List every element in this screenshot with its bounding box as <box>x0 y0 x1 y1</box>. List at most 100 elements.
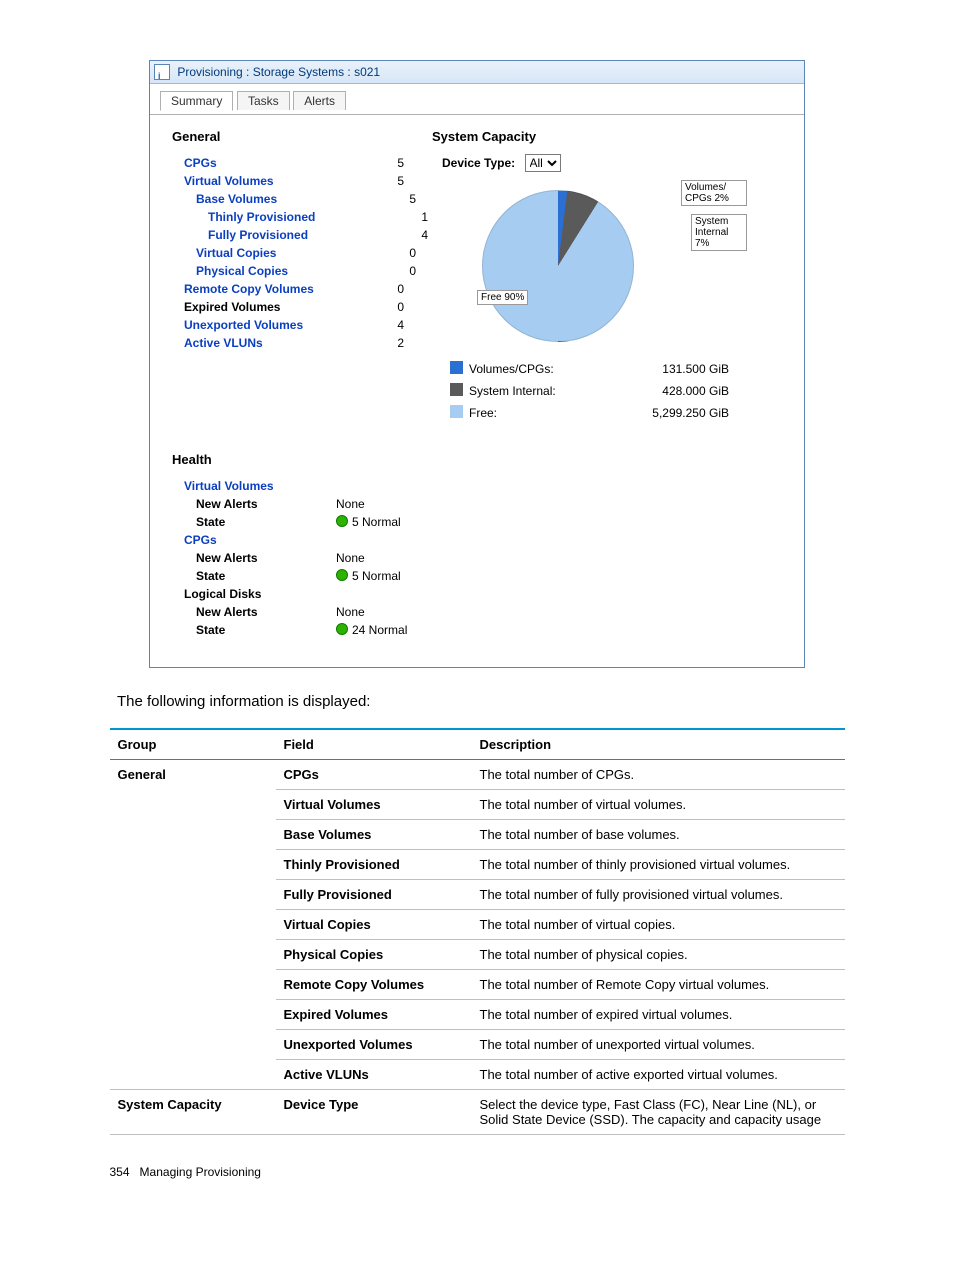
cell-field: Base Volumes <box>276 820 472 850</box>
general-header: General <box>172 129 432 144</box>
cell-desc: The total number of physical copies. <box>472 940 845 970</box>
health-group-1[interactable]: CPGs <box>172 531 324 549</box>
tab-summary[interactable]: Summary <box>160 91 233 111</box>
health-state-value-1: 5 Normal <box>336 567 401 585</box>
cell-group <box>110 1000 276 1030</box>
general-row-vv: Virtual Volumes5 <box>172 172 432 190</box>
section-title: Managing Provisioning <box>140 1165 261 1179</box>
general-row-pc: Physical Copies0 <box>172 262 432 280</box>
table-row: Remote Copy VolumesThe total number of R… <box>110 970 845 1000</box>
tab-tasks[interactable]: Tasks <box>237 91 290 110</box>
legend-row-0: Volumes/CPGs:131.500 GiB <box>450 358 782 380</box>
caption-text: The following information is displayed: <box>117 693 837 710</box>
health-state-label-0: State <box>172 513 336 531</box>
table-row: Expired VolumesThe total number of expir… <box>110 1000 845 1030</box>
device-type-select[interactable]: All <box>525 154 561 172</box>
health-alerts-value-0: None <box>336 495 365 513</box>
health-alerts-value-2: None <box>336 603 365 621</box>
general-value-vv: 5 <box>364 172 404 190</box>
cell-group <box>110 820 276 850</box>
table-row: Base VolumesThe total number of base vol… <box>110 820 845 850</box>
device-type-label: Device Type: <box>442 156 515 170</box>
legend-swatch-0 <box>450 361 463 374</box>
cell-group <box>110 880 276 910</box>
health-state-label-1: State <box>172 567 336 585</box>
general-row-rcv: Remote Copy Volumes0 <box>172 280 432 298</box>
legend-label-1: System Internal: <box>469 380 609 402</box>
legend-value-1: 428.000 GiB <box>609 380 729 402</box>
health-header: Health <box>172 452 782 467</box>
general-row-cpgs: CPGs5 <box>172 154 432 172</box>
general-link-vc[interactable]: Virtual Copies <box>172 244 376 262</box>
cell-group <box>110 940 276 970</box>
general-link-ev: Expired Volumes <box>172 298 364 316</box>
page-number: 354 <box>110 1165 130 1179</box>
general-link-pc[interactable]: Physical Copies <box>172 262 376 280</box>
cell-desc: The total number of virtual volumes. <box>472 790 845 820</box>
general-link-vv[interactable]: Virtual Volumes <box>172 172 364 190</box>
cell-desc: The total number of expired virtual volu… <box>472 1000 845 1030</box>
general-link-fp[interactable]: Fully Provisioned <box>172 226 388 244</box>
page-footer: 354 Managing Provisioning <box>110 1165 845 1179</box>
health-group-2: Logical Disks <box>172 585 324 603</box>
health-alerts-label-0: New Alerts <box>172 495 336 513</box>
cell-desc: The total number of thinly provisioned v… <box>472 850 845 880</box>
general-link-rcv[interactable]: Remote Copy Volumes <box>172 280 364 298</box>
general-link-tp[interactable]: Thinly Provisioned <box>172 208 388 226</box>
cell-desc: The total number of unexported virtual v… <box>472 1030 845 1060</box>
general-link-bv[interactable]: Base Volumes <box>172 190 376 208</box>
tab-alerts[interactable]: Alerts <box>293 91 346 110</box>
cell-group <box>110 850 276 880</box>
app-icon <box>154 64 170 80</box>
general-value-vc: 0 <box>376 244 416 262</box>
summary-panel: General CPGs5Virtual Volumes5Base Volume… <box>150 114 804 667</box>
general-row-bv: Base Volumes5 <box>172 190 432 208</box>
pie-graphic <box>482 190 634 342</box>
legend-row-1: System Internal:428.000 GiB <box>450 380 782 402</box>
cell-desc: The total number of virtual copies. <box>472 910 845 940</box>
cell-desc: The total number of Remote Copy virtual … <box>472 970 845 1000</box>
table-row: Active VLUNsThe total number of active e… <box>110 1060 845 1090</box>
cell-group: General <box>110 760 276 790</box>
cell-desc: The total number of base volumes. <box>472 820 845 850</box>
capacity-header: System Capacity <box>432 129 782 144</box>
table-row: Virtual VolumesThe total number of virtu… <box>110 790 845 820</box>
cell-field: Fully Provisioned <box>276 880 472 910</box>
callout-system: System Internal 7% <box>691 214 747 251</box>
general-link-av[interactable]: Active VLUNs <box>172 334 364 352</box>
cell-group <box>110 910 276 940</box>
general-value-rcv: 0 <box>364 280 404 298</box>
general-row-tp: Thinly Provisioned1 <box>172 208 432 226</box>
general-link-cpgs[interactable]: CPGs <box>172 154 364 172</box>
legend-swatch-1 <box>450 383 463 396</box>
cell-group <box>110 1060 276 1090</box>
general-value-ev: 0 <box>364 298 404 316</box>
health-group-0[interactable]: Virtual Volumes <box>172 477 324 495</box>
health-alerts-value-1: None <box>336 549 365 567</box>
cell-field: Unexported Volumes <box>276 1030 472 1060</box>
cell-field: Device Type <box>276 1090 472 1135</box>
cell-field: Virtual Volumes <box>276 790 472 820</box>
health-alerts-label-1: New Alerts <box>172 549 336 567</box>
legend-value-0: 131.500 GiB <box>609 358 729 380</box>
th-desc: Description <box>472 729 845 760</box>
callout-free: Free 90% <box>477 290 528 305</box>
general-row-uv: Unexported Volumes4 <box>172 316 432 334</box>
table-row: Fully ProvisionedThe total number of ful… <box>110 880 845 910</box>
health-state-value-0: 5 Normal <box>336 513 401 531</box>
table-row: System CapacityDevice TypeSelect the dev… <box>110 1090 845 1135</box>
general-value-cpgs: 5 <box>364 154 404 172</box>
description-table: Group Field Description GeneralCPGsThe t… <box>110 728 845 1135</box>
cell-desc: Select the device type, Fast Class (FC),… <box>472 1090 845 1135</box>
general-link-uv[interactable]: Unexported Volumes <box>172 316 364 334</box>
cell-field: Remote Copy Volumes <box>276 970 472 1000</box>
health-state-value-2: 24 Normal <box>336 621 407 639</box>
cell-field: Virtual Copies <box>276 910 472 940</box>
th-field: Field <box>276 729 472 760</box>
cell-field: CPGs <box>276 760 472 790</box>
general-value-bv: 5 <box>376 190 416 208</box>
general-row-fp: Fully Provisioned4 <box>172 226 432 244</box>
legend-value-2: 5,299.250 GiB <box>609 402 729 424</box>
status-dot-icon <box>336 623 348 635</box>
status-dot-icon <box>336 569 348 581</box>
